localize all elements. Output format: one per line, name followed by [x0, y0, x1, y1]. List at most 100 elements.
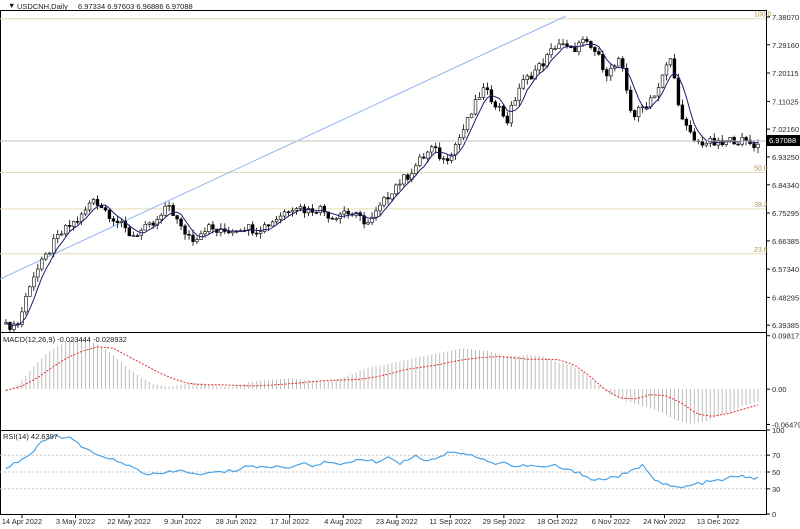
- time-tick-label: 3 May 2022: [56, 517, 95, 526]
- candle-body: [107, 209, 112, 219]
- candle-body: [652, 95, 657, 99]
- candle-body: [441, 158, 446, 160]
- macd-header: MACD(12,26,9) -0.023444 -0.028932: [3, 335, 127, 344]
- candle-body: [151, 222, 155, 226]
- fibonacci-level-label: 50.0: [754, 166, 768, 173]
- candle-body: [274, 219, 279, 223]
- candle-body: [171, 205, 175, 216]
- candle-body: [414, 165, 418, 174]
- candle-body: [203, 231, 207, 235]
- candle-body: [569, 46, 573, 49]
- macd-tick-label: 0.098171: [772, 332, 800, 341]
- time-tick-label: 24 Nov 2022: [643, 517, 686, 526]
- rsi-tick-label: 0: [772, 510, 776, 519]
- macd-axis: 0.0981710.00-0.064791: [766, 332, 800, 429]
- candle-body: [473, 99, 478, 115]
- candle-body: [692, 131, 697, 141]
- rsi-axis: 100 70 50 30 0: [766, 426, 785, 519]
- price-tick-label: 6.93250: [772, 153, 799, 162]
- time-tick-label: 28 Jun 2022: [216, 517, 257, 526]
- candle-body: [330, 217, 334, 220]
- candle-body: [453, 144, 458, 156]
- candle-body: [406, 174, 410, 180]
- candle-body: [278, 215, 283, 220]
- candle-body: [434, 146, 438, 149]
- candle-body: [537, 63, 541, 71]
- price-panel-frame: [0, 10, 767, 333]
- candle-body: [211, 224, 215, 230]
- candle-body: [469, 113, 474, 118]
- macd-panel[interactable]: MACD(12,26,9) -0.023444 -0.028932 0.0981…: [0, 332, 800, 431]
- candle-body: [386, 197, 390, 200]
- candle-body: [187, 233, 191, 236]
- candle-body: [127, 227, 132, 237]
- price-panel[interactable]: 100.0 50.0 38.2 23.6 ▼ USDCNH,Daily 6.97334…: [0, 1, 800, 334]
- candle-body: [334, 218, 338, 220]
- time-tick-label: 29 Sep 2022: [483, 517, 526, 526]
- candle-body: [390, 193, 394, 200]
- chart-symbol: USDCNH,Daily: [17, 2, 68, 11]
- candle-body: [87, 202, 92, 211]
- candle-body: [636, 107, 641, 118]
- candle-body: [119, 221, 124, 223]
- candle-body: [36, 268, 40, 278]
- candle-body: [704, 142, 708, 146]
- candle-body: [632, 110, 637, 118]
- candle-body: [656, 87, 661, 97]
- candle-body: [628, 89, 633, 111]
- candle-body: [75, 221, 80, 223]
- candle-body: [374, 210, 378, 218]
- candle-body: [290, 210, 295, 213]
- candle-body: [111, 218, 116, 222]
- candle-body: [660, 74, 665, 88]
- candle-body: [131, 235, 136, 237]
- price-tick-label: 7.02160: [772, 125, 799, 134]
- time-tick-label: 6 Nov 2022: [592, 517, 630, 526]
- candle-body: [250, 224, 255, 234]
- candle-body: [426, 151, 430, 159]
- candle-body: [91, 199, 96, 204]
- candle-body: [83, 209, 88, 215]
- candle-body: [366, 222, 370, 225]
- candle-body: [525, 75, 529, 80]
- candle-body: [497, 105, 502, 108]
- fibonacci-level-label: 23.6: [754, 247, 768, 254]
- candle-body: [115, 220, 120, 223]
- macd-tick-label: 0.00: [772, 385, 787, 394]
- candle-body: [684, 118, 689, 126]
- candle-body: [756, 143, 760, 148]
- candle-body: [688, 125, 693, 133]
- candle-body: [254, 232, 259, 235]
- time-tick-label: 22 May 2022: [107, 517, 150, 526]
- forex-chart[interactable]: 100.0 50.0 38.2 23.6 ▼ USDCNH,Daily 6.97334…: [0, 0, 800, 529]
- price-tick-label: 6.48295: [772, 293, 799, 302]
- candle-body: [668, 58, 673, 66]
- candle-body: [517, 87, 521, 101]
- chart-ohlc: 6.97334 6.97603 6.96886 6.97088: [78, 2, 193, 11]
- price-tick-label: 6.57340: [772, 265, 799, 274]
- candle-body: [382, 197, 386, 206]
- candle-body: [314, 212, 319, 214]
- candle-body: [465, 117, 470, 131]
- candle-body: [179, 218, 183, 227]
- rsi-header: RSI(14) 42.6397: [3, 432, 58, 441]
- candle-body: [103, 207, 108, 211]
- price-tick-label: 7.20115: [772, 69, 799, 78]
- rsi-tick-label: 100: [772, 426, 785, 435]
- candle-body: [605, 69, 609, 77]
- price-tick-label: 7.11025: [772, 97, 799, 106]
- candle-body: [744, 137, 748, 141]
- price-tick-label: 6.39385: [772, 321, 799, 330]
- time-tick-label: 23 Aug 2022: [376, 517, 418, 526]
- candle-body: [593, 47, 597, 52]
- candle-body: [477, 97, 482, 100]
- candle-body: [609, 67, 613, 77]
- time-tick-label: 4 Aug 2022: [324, 517, 362, 526]
- rsi-panel[interactable]: RSI(14) 42.6397 100 70 50 30 0: [0, 426, 785, 519]
- candle-body: [402, 174, 406, 185]
- fibonacci-level-label: 38.2: [754, 202, 768, 209]
- candle-body: [601, 54, 605, 70]
- candle-body: [505, 115, 510, 124]
- candle-body: [258, 231, 263, 234]
- candle-body: [32, 276, 36, 288]
